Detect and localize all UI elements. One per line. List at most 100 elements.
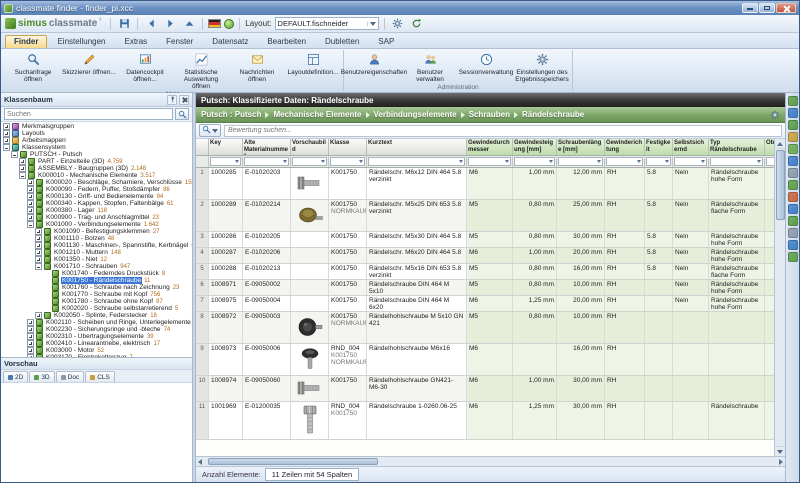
tree-item-part-einzelteile-3d[interactable]: PART - Einzelteile (3D) 4.759 bbox=[1, 158, 192, 165]
expand-icon[interactable] bbox=[27, 340, 34, 347]
tree-item-k000900-trag-und-anschlagmittel[interactable]: K000900 - Trag- und Anschlagmittel 23 bbox=[1, 214, 192, 221]
expand-icon[interactable] bbox=[27, 333, 34, 340]
tree-item-assembly-baugruppen-3d[interactable]: ASSEMBLY - Baugruppen (3D) 2.148 bbox=[1, 165, 192, 172]
ribbon-button-benutzereigenschaften[interactable]: Benutzereigenschaften bbox=[341, 50, 407, 84]
dock-icon[interactable] bbox=[787, 120, 798, 130]
table-row[interactable]: 8 1008972 E-09050003 K001750 NORMKAUF Rändelh… bbox=[196, 312, 774, 344]
status-ball-icon[interactable] bbox=[224, 18, 235, 29]
tree-item-k000380-lager[interactable]: K000380 - Lager 118 bbox=[1, 207, 192, 214]
tree-item-k000340-kappen-stopfen-faltenbal[interactable]: K000340 - Kappen, Stopfen, Faltenbälge 61 bbox=[1, 200, 192, 207]
column-header-gewinderichtung[interactable]: Gewinderichtung bbox=[605, 139, 645, 156]
dock-icon[interactable] bbox=[787, 156, 798, 166]
expand-icon[interactable] bbox=[27, 354, 34, 357]
save-button[interactable] bbox=[116, 17, 132, 31]
tree-item-merkmalsgruppen[interactable]: Merkmalsgruppen bbox=[1, 123, 192, 130]
expand-icon[interactable] bbox=[27, 200, 34, 207]
breadcrumb-item-randelschraube[interactable]: Rändelschraube bbox=[522, 110, 584, 119]
tree-item-k002410-linearantriebe-elektrisc[interactable]: K002410 - Linearantriebe, elektrisch 17 bbox=[1, 340, 192, 347]
column-header-schraubenlange-mm[interactable]: Schraubenlänge [mm] bbox=[557, 139, 605, 156]
column-filter-dropdown[interactable] bbox=[674, 157, 707, 166]
tab-bearbeiten[interactable]: Bearbeiten bbox=[258, 35, 315, 48]
maximize-button[interactable] bbox=[759, 3, 775, 13]
german-flag-icon[interactable] bbox=[208, 19, 222, 28]
table-search-input[interactable] bbox=[224, 124, 782, 137]
tree-search-input[interactable] bbox=[4, 108, 173, 120]
preview-tab-2d[interactable]: 2D bbox=[3, 371, 29, 382]
table-row[interactable]: 4 1000287 E-01020206 K001750 Rändelschr. M6x… bbox=[196, 248, 774, 264]
table-row[interactable]: 1 1000285 E-01020203 K001750 Rändelschr. M6x… bbox=[196, 168, 774, 200]
expand-icon[interactable] bbox=[3, 130, 10, 137]
dock-icon[interactable] bbox=[787, 168, 798, 178]
collapse-icon[interactable] bbox=[3, 144, 10, 151]
column-header-klasse[interactable]: Klasse bbox=[329, 139, 367, 156]
expand-icon[interactable] bbox=[27, 347, 34, 354]
tree-item-k000020-beschlage-scharniere-ver[interactable]: K000020 - Beschläge, Scharniere, Verschl… bbox=[1, 179, 192, 186]
column-header-rownum[interactable] bbox=[196, 139, 209, 156]
tab-extras[interactable]: Extras bbox=[116, 35, 157, 48]
dock-icon[interactable] bbox=[787, 132, 798, 142]
expand-icon[interactable] bbox=[35, 256, 42, 263]
expand-icon[interactable] bbox=[19, 158, 26, 165]
expand-icon[interactable] bbox=[35, 235, 42, 242]
tree-item-k002230-sicherungsringe-und-blec[interactable]: K002230 - Sicherungsringe und -bleche 74 bbox=[1, 326, 192, 333]
dock-icon[interactable] bbox=[787, 204, 798, 214]
dock-icon[interactable] bbox=[787, 144, 798, 154]
dock-icon[interactable] bbox=[787, 192, 798, 202]
ribbon-button-benutzer-verwalten[interactable]: Benutzer verwalten bbox=[402, 50, 458, 84]
dock-icon[interactable] bbox=[787, 180, 798, 190]
tree-item-k001750-randelschraube[interactable]: K001750 - Rändelschraube 11 bbox=[1, 277, 192, 284]
column-filter-dropdown[interactable] bbox=[468, 157, 511, 166]
tree-item-k001130-maschinen-spannstifte-ke[interactable]: K001130 - Maschinen-, Spannstifte, Kerbn… bbox=[1, 242, 192, 249]
dock-icon[interactable] bbox=[787, 228, 798, 238]
breadcrumb-item-verbindungselemente[interactable]: Verbindungselemente bbox=[374, 110, 457, 119]
tree-item-k000010-mechanische-elemente[interactable]: K000010 - Mechanische Elemente 3.517 bbox=[1, 172, 192, 179]
dock-icon[interactable] bbox=[787, 216, 798, 226]
settings-gear-button[interactable] bbox=[390, 17, 406, 31]
tree-item-k001770-schraube-mit-kopf[interactable]: K001770 - Schraube mit Kopf 756 bbox=[1, 291, 192, 298]
table-search-button[interactable] bbox=[199, 124, 221, 137]
expand-icon[interactable] bbox=[35, 249, 42, 256]
column-header-key[interactable]: Key bbox=[209, 139, 243, 156]
scroll-right-icon[interactable] bbox=[779, 458, 783, 465]
pin-icon[interactable] bbox=[167, 94, 177, 105]
scroll-down-icon[interactable] bbox=[775, 446, 785, 456]
table-row[interactable]: 3 1000286 E-01020205 K001750 Rändelschr. M5x… bbox=[196, 232, 774, 248]
tab-einstellungen[interactable]: Einstellungen bbox=[48, 35, 114, 48]
column-header-alte-materialnummer[interactable]: Alte Materialnummer bbox=[243, 139, 291, 156]
tree-item-k000130-griff-und-bedienelemente[interactable]: K000130 - Griff- und Bedienelemente 94 bbox=[1, 193, 192, 200]
table-row[interactable]: 10 1008974 E-09050060 K001750 Rändelhohlschr… bbox=[196, 376, 774, 402]
column-header-typ-randelschraube[interactable]: Typ Rändelschraube bbox=[709, 139, 765, 156]
breadcrumb-settings-icon[interactable] bbox=[770, 110, 780, 120]
column-header-oberfla[interactable]: Oberflä bbox=[765, 139, 774, 156]
back-button[interactable] bbox=[143, 17, 159, 31]
column-filter-dropdown[interactable] bbox=[646, 157, 671, 166]
expand-icon[interactable] bbox=[3, 137, 10, 144]
close-panel-icon[interactable] bbox=[179, 94, 189, 105]
tree-item-k001740-federndes-druckstuck[interactable]: K001740 - Federndes Druckstück 8 bbox=[1, 270, 192, 277]
ribbon-button-suchanfrage-offnen[interactable]: Suchanfrage öffnen bbox=[5, 50, 61, 91]
column-filter-dropdown[interactable] bbox=[514, 157, 555, 166]
column-filter-dropdown[interactable] bbox=[368, 157, 465, 166]
layout-select[interactable]: DEFAULT.fischneider bbox=[274, 17, 379, 30]
ribbon-button-einstellungen-des-ergebnisspeich[interactable]: Einstellungen des Ergebnisspeichers bbox=[514, 50, 570, 84]
expand-icon[interactable] bbox=[27, 193, 34, 200]
tree-item-k001760-schraube-nach-zeichnung[interactable]: K001760 - Schraube nach Zeichnung 23 bbox=[1, 284, 192, 291]
breadcrumb-item-schrauben[interactable]: Schrauben bbox=[469, 110, 510, 119]
expand-icon[interactable] bbox=[27, 319, 34, 326]
collapse-icon[interactable] bbox=[35, 263, 42, 270]
ribbon-button-datencockpit-offnen[interactable]: Datencockpit öffnen... bbox=[117, 50, 173, 91]
tree-item-k001210-muttern[interactable]: K001210 - Muttern 148 bbox=[1, 249, 192, 256]
column-header-gewindesteigung-mm[interactable]: Gewindesteigung [mm] bbox=[513, 139, 557, 156]
tree-item-arbeitsmappen[interactable]: Arbeitsmappen bbox=[1, 137, 192, 144]
column-header-vorschaubild[interactable]: Vorschaubild bbox=[291, 139, 329, 156]
ribbon-button-statistische-auswertung-offnen[interactable]: Statistische Auswertung öffnen bbox=[173, 50, 229, 91]
column-header-festigkeit[interactable]: Festigkeit bbox=[645, 139, 673, 156]
refresh-button[interactable] bbox=[409, 17, 425, 31]
tree-item-k001350-niet[interactable]: K001350 - Niet 12 bbox=[1, 256, 192, 263]
ribbon-button-layoutdefinition[interactable]: Layoutdefinition... bbox=[285, 50, 341, 91]
expand-icon[interactable] bbox=[35, 228, 42, 235]
expand-icon[interactable] bbox=[27, 186, 34, 193]
collapse-icon[interactable] bbox=[27, 221, 34, 228]
tree-item-k002050-splinte-federstecker[interactable]: K002050 - Splinte, Federstecker 18 bbox=[1, 312, 192, 319]
column-header-selbstsichernd[interactable]: Selbstsichernd bbox=[673, 139, 709, 156]
